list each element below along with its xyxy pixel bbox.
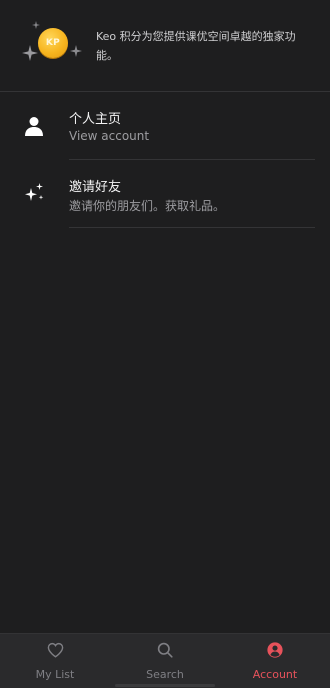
menu-item-subtitle: 邀请你的朋友们。获取礼品。	[69, 199, 226, 213]
account-screen: KP Keo 积分为您提供课优空间卓越的独家功能。 个人主页 View acco…	[0, 0, 330, 688]
menu-item-subtitle: View account	[69, 129, 150, 143]
account-icon	[267, 642, 283, 662]
person-icon	[22, 114, 46, 138]
small-sparkle-icon	[32, 21, 40, 29]
tab-label: My List	[35, 668, 75, 681]
menu-item-profile[interactable]: 个人主页 View account	[0, 92, 330, 160]
menu-item-title: 个人主页	[69, 112, 122, 127]
tab-my-list[interactable]: My List	[0, 634, 110, 688]
sparkles-icon	[22, 181, 46, 205]
coin-illustration: KP	[22, 20, 86, 68]
large-sparkle-icon	[22, 45, 38, 61]
heart-icon	[47, 642, 64, 662]
kp-coin-icon: KP	[38, 28, 68, 58]
search-icon	[157, 642, 173, 662]
tab-search[interactable]: Search	[110, 634, 220, 688]
tab-label: Account	[252, 668, 298, 681]
keo-points-banner[interactable]: KP Keo 积分为您提供课优空间卓越的独家功能。	[0, 0, 330, 92]
home-indicator[interactable]	[115, 684, 215, 687]
menu-item-invite[interactable]: 邀请好友 邀请你的朋友们。获取礼品。	[0, 160, 330, 228]
tab-account[interactable]: Account	[220, 634, 330, 688]
promo-description: Keo 积分为您提供课优空间卓越的独家功能。	[96, 30, 296, 62]
menu-item-title: 邀请好友	[69, 180, 122, 195]
right-sparkle-icon	[70, 45, 82, 57]
tab-label: Search	[146, 668, 184, 681]
bottom-tab-bar: My List Search Account	[0, 633, 330, 688]
menu-divider	[69, 227, 315, 228]
